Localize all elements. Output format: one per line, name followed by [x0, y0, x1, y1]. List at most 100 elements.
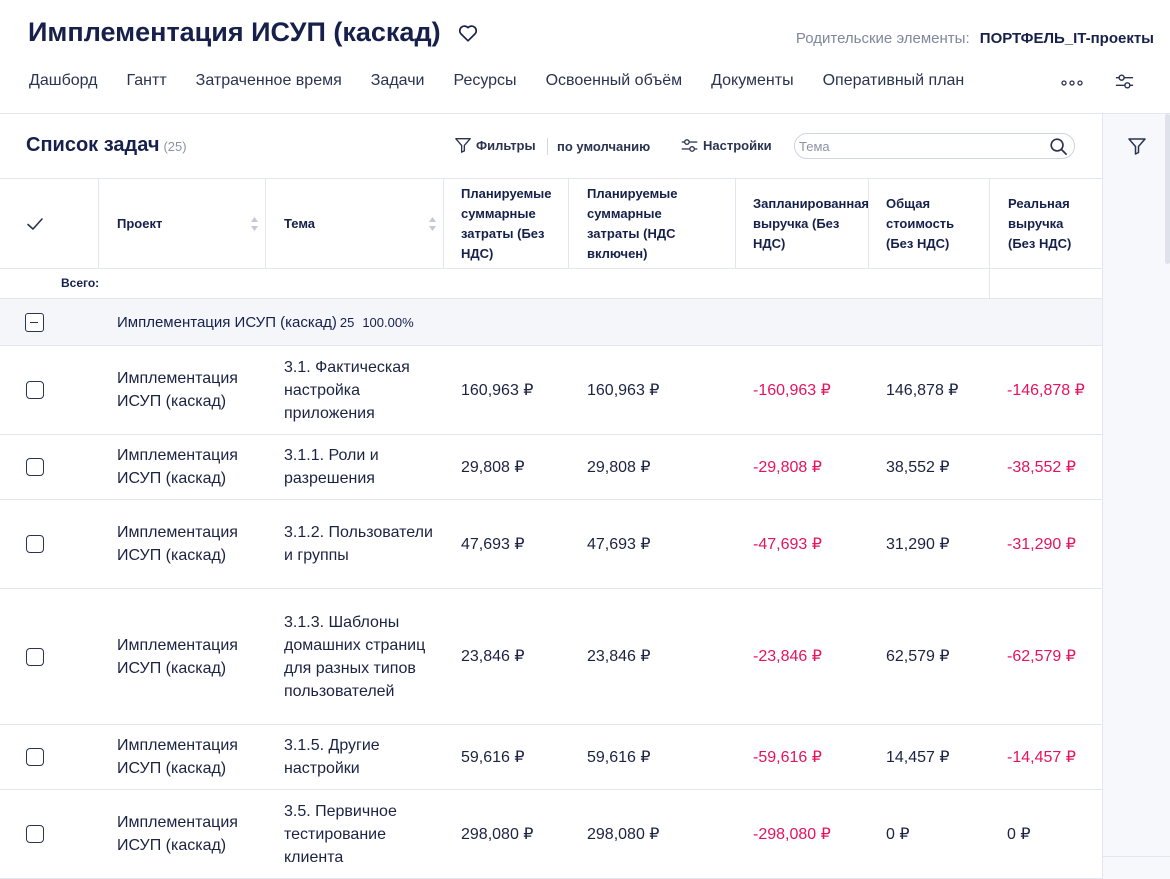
- cell-plan-revenue: -29,808 ₽: [753, 458, 822, 476]
- sort-icon[interactable]: [250, 215, 259, 233]
- cell-plan-revenue: -298,080 ₽: [753, 825, 831, 843]
- cell-plan-revenue: -23,846 ₽: [753, 648, 822, 665]
- cell-topic[interactable]: 3.1.3. Шаблоны домашних страниц для разн…: [284, 589, 434, 724]
- row-checkbox[interactable]: [26, 381, 44, 399]
- column-label: Планируемые суммарные затраты (НДС включ…: [587, 186, 678, 261]
- column-header-total-cost[interactable]: Общая стоимость (Без НДС): [869, 179, 990, 269]
- group-count: 25: [339, 315, 355, 330]
- tab-gantt[interactable]: Гантт: [127, 72, 167, 90]
- table-row[interactable]: Имплементация ИСУП (каскад) 3.1.2. Польз…: [0, 500, 1102, 589]
- filter-icon[interactable]: [1127, 136, 1147, 156]
- scrollbar[interactable]: [1165, 114, 1170, 264]
- filters-button[interactable]: Фильтры: [454, 136, 536, 154]
- column-label: Проект: [117, 216, 163, 231]
- column-label: Реальная выручка (Без НДС): [1008, 196, 1072, 251]
- row-checkbox[interactable]: [26, 648, 44, 666]
- cell-total-cost: 14,457 ₽: [886, 748, 950, 766]
- cell-plan-cost-novat: 59,616 ₽: [461, 748, 525, 766]
- search-box: [794, 133, 1075, 159]
- page-title: Имплементация ИСУП (каскад): [28, 17, 441, 47]
- column-header-plan-revenue[interactable]: Запланированная выручка (Без НДС): [736, 179, 869, 269]
- group-percent: 100.00%: [362, 315, 414, 330]
- cell-plan-cost-vat: 29,808 ₽: [587, 458, 651, 476]
- cell-project: Имплементация ИСУП (каскад): [117, 737, 238, 777]
- column-header-plan-cost-novat[interactable]: Планируемые суммарные затраты (Без НДС): [444, 179, 569, 269]
- cell-total-cost: 0 ₽: [886, 825, 910, 843]
- cell-real-revenue: -38,552 ₽: [1007, 458, 1076, 476]
- cell-plan-cost-vat: 160,963 ₽: [587, 381, 660, 399]
- column-header-project[interactable]: Проект: [99, 179, 266, 269]
- sliders-icon: [681, 139, 698, 152]
- list-count: (25): [163, 139, 187, 154]
- totals-label: Всего:: [61, 276, 100, 290]
- cell-total-cost: 31,290 ₽: [886, 535, 950, 553]
- cell-project: Имплементация ИСУП (каскад): [117, 370, 238, 410]
- cell-plan-cost-novat: 47,693 ₽: [461, 535, 525, 553]
- tab-dashboard[interactable]: Дашборд: [29, 72, 98, 90]
- table-row[interactable]: Имплементация ИСУП (каскад) 3.1.1. Роли …: [0, 435, 1102, 500]
- side-panel: [1102, 114, 1170, 879]
- totals-row: Всего:: [0, 269, 1102, 299]
- column-label: Тема: [284, 216, 316, 231]
- check-icon[interactable]: [26, 215, 44, 233]
- more-dots-icon[interactable]: [1061, 80, 1083, 86]
- tab-earned-value[interactable]: Освоенный объём: [546, 72, 683, 90]
- tab-time-spent[interactable]: Затраченное время: [196, 72, 342, 90]
- row-checkbox[interactable]: [26, 535, 44, 553]
- column-header-plan-cost-vat[interactable]: Планируемые суммарные затраты (НДС включ…: [569, 179, 736, 269]
- filter-preset[interactable]: по умолчанию: [557, 139, 650, 154]
- cell-real-revenue: 0 ₽: [1007, 825, 1031, 843]
- column-header-topic[interactable]: Тема: [266, 179, 444, 269]
- sliders-icon[interactable]: [1114, 71, 1135, 92]
- cell-plan-cost-vat: 47,693 ₽: [587, 535, 651, 553]
- tab-documents[interactable]: Документы: [711, 72, 793, 90]
- cell-project: Имплементация ИСУП (каскад): [117, 447, 238, 487]
- cell-real-revenue: -62,579 ₽: [1007, 648, 1076, 665]
- cell-project: Имплементация ИСУП (каскад): [117, 814, 238, 854]
- cell-plan-revenue: -59,616 ₽: [753, 748, 822, 766]
- heart-icon[interactable]: [457, 22, 479, 44]
- collapse-group-toggle[interactable]: [25, 313, 44, 332]
- column-header-real-revenue[interactable]: Реальная выручка (Без НДС): [990, 179, 1102, 269]
- parent-elements: Родительские элементы: ПОРТФЕЛЬ_IT-проек…: [796, 30, 1154, 47]
- row-checkbox[interactable]: [26, 748, 44, 766]
- cell-topic[interactable]: 3.1.5. Другие настройки: [284, 725, 434, 789]
- search-icon[interactable]: [1049, 137, 1068, 156]
- cell-plan-cost-vat: 23,846 ₽: [587, 648, 651, 665]
- group-name: Имплементация ИСУП (каскад): [117, 314, 337, 331]
- row-checkbox[interactable]: [26, 825, 44, 843]
- table-row[interactable]: Имплементация ИСУП (каскад) 3.1.3. Шабло…: [0, 589, 1102, 725]
- group-row: Имплементация ИСУП (каскад) 25 100.00%: [0, 299, 1102, 346]
- cell-total-cost: 146,878 ₽: [886, 381, 959, 399]
- cell-plan-cost-novat: 23,846 ₽: [461, 648, 525, 665]
- page-header: Имплементация ИСУП (каскад) Родительские…: [0, 0, 1170, 114]
- tab-resources[interactable]: Ресурсы: [453, 72, 516, 90]
- project-tabs: Дашборд Гантт Затраченное время Задачи Р…: [29, 72, 993, 90]
- table-header: Проект Тема Планируемые суммарные затрат…: [0, 178, 1102, 269]
- cell-plan-revenue: -47,693 ₽: [753, 535, 822, 553]
- column-label: Планируемые суммарные затраты (Без НДС): [461, 186, 552, 261]
- table-row[interactable]: Имплементация ИСУП (каскад) 3.1. Фактиче…: [0, 346, 1102, 435]
- settings-button[interactable]: Настройки: [680, 136, 772, 155]
- header-select: [0, 179, 99, 269]
- cell-plan-revenue: -160,963 ₽: [753, 381, 831, 399]
- tab-operational-plan[interactable]: Оперативный план: [823, 72, 965, 90]
- table-row[interactable]: Имплементация ИСУП (каскад) 3.5. Первичн…: [0, 790, 1102, 879]
- cell-real-revenue: -146,878 ₽: [1007, 381, 1085, 399]
- cell-topic[interactable]: 3.1.2. Пользователи и группы: [284, 500, 434, 588]
- parent-label: Родительские элементы:: [795, 30, 970, 47]
- sort-icon[interactable]: [428, 215, 437, 233]
- divider: [989, 269, 990, 298]
- group-title: Имплементация ИСУП (каскад) 25 100.00%: [117, 314, 414, 331]
- tab-tasks[interactable]: Задачи: [371, 72, 425, 90]
- cell-topic[interactable]: 3.1. Фактическая настройка приложения: [284, 346, 434, 434]
- search-input[interactable]: [799, 137, 1039, 155]
- cell-plan-cost-novat: 160,963 ₽: [461, 381, 534, 399]
- cell-real-revenue: -31,290 ₽: [1007, 535, 1076, 553]
- cell-project: Имплементация ИСУП (каскад): [117, 524, 238, 564]
- row-checkbox[interactable]: [26, 458, 44, 476]
- table-row[interactable]: Имплементация ИСУП (каскад) 3.1.5. Други…: [0, 725, 1102, 790]
- cell-topic[interactable]: 3.1.1. Роли и разрешения: [284, 435, 434, 499]
- parent-link[interactable]: ПОРТФЕЛЬ_IT-проекты: [980, 30, 1154, 47]
- cell-topic[interactable]: 3.5. Первичное тестирование клиента: [284, 790, 434, 878]
